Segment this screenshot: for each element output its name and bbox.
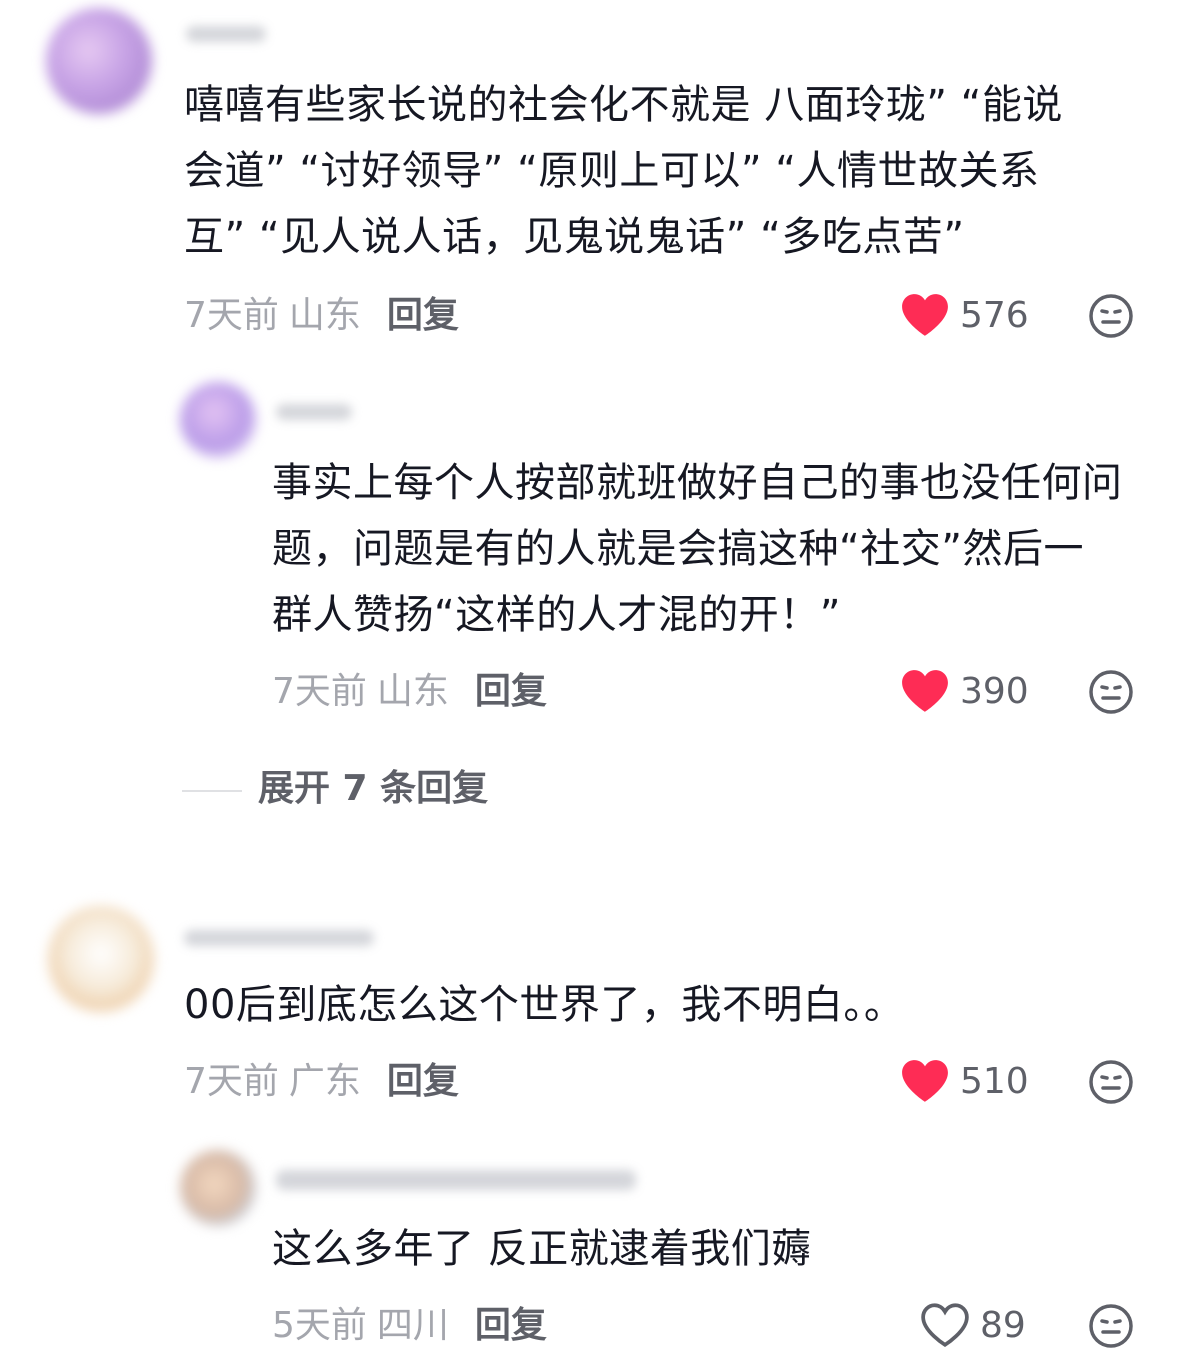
reply-button[interactable]: 回复 <box>387 295 459 336</box>
neutral-face-icon[interactable] <box>1088 669 1134 715</box>
username[interactable] <box>276 1170 636 1190</box>
like-count: 510 <box>960 1060 1029 1102</box>
divider <box>182 790 242 792</box>
heart-icon <box>902 670 948 712</box>
reply-button[interactable]: 回复 <box>475 671 547 712</box>
comment-time: 7天前 <box>184 295 279 336</box>
comment-location: 山东 <box>376 671 449 712</box>
neutral-face-icon[interactable] <box>1088 293 1134 339</box>
comment-meta: 7天前 广东 回复 <box>184 1060 459 1104</box>
comment-location: 山东 <box>288 295 361 336</box>
comment-text: 00后到底怎么这个世界了，我不明白。。 <box>184 982 905 1028</box>
expand-replies-button[interactable]: 展开 7 条回复 <box>258 766 488 812</box>
heart-icon <box>902 1060 948 1102</box>
comment-text: 这么多年了 反正就逮着我们薅 <box>272 1226 812 1272</box>
like-button[interactable]: 390 <box>900 668 1029 714</box>
comment-time: 5天前 <box>272 1305 367 1346</box>
like-count: 89 <box>980 1304 1026 1346</box>
comment-time: 7天前 <box>272 671 367 712</box>
heart-icon <box>921 1303 969 1347</box>
comment-location: 四川 <box>376 1305 449 1346</box>
like-button[interactable]: 576 <box>900 292 1029 338</box>
comment-location: 广东 <box>288 1061 361 1102</box>
avatar[interactable] <box>180 382 256 458</box>
like-button[interactable]: 510 <box>900 1058 1029 1104</box>
reply-button[interactable]: 回复 <box>387 1061 459 1102</box>
avatar[interactable] <box>180 1150 256 1226</box>
comment-text: 事实上每个人按部就班做好自己的事也没任何问 题，问题是有的人就是会搞这种“社交”… <box>272 460 1123 638</box>
comment-text: 嘻嘻有些家长说的社会化不就是 八面玲珑” “能说 会道” “讨好领导” “原则上… <box>184 82 1063 260</box>
avatar[interactable] <box>46 8 152 114</box>
comment-meta: 7天前 山东 回复 <box>272 670 547 714</box>
username[interactable] <box>276 404 352 420</box>
reply-button[interactable]: 回复 <box>475 1305 547 1346</box>
comment-meta: 5天前 四川 回复 <box>272 1304 547 1348</box>
comment-meta: 7天前 山东 回复 <box>184 294 459 338</box>
comment-time: 7天前 <box>184 1061 279 1102</box>
like-count: 390 <box>960 670 1029 712</box>
username[interactable] <box>186 26 266 42</box>
like-count: 576 <box>960 294 1029 336</box>
neutral-face-icon[interactable] <box>1088 1059 1134 1105</box>
heart-icon <box>902 294 948 336</box>
avatar[interactable] <box>48 906 154 1012</box>
like-button[interactable]: 89 <box>920 1302 1026 1348</box>
username[interactable] <box>184 930 374 946</box>
neutral-face-icon[interactable] <box>1088 1303 1134 1349</box>
